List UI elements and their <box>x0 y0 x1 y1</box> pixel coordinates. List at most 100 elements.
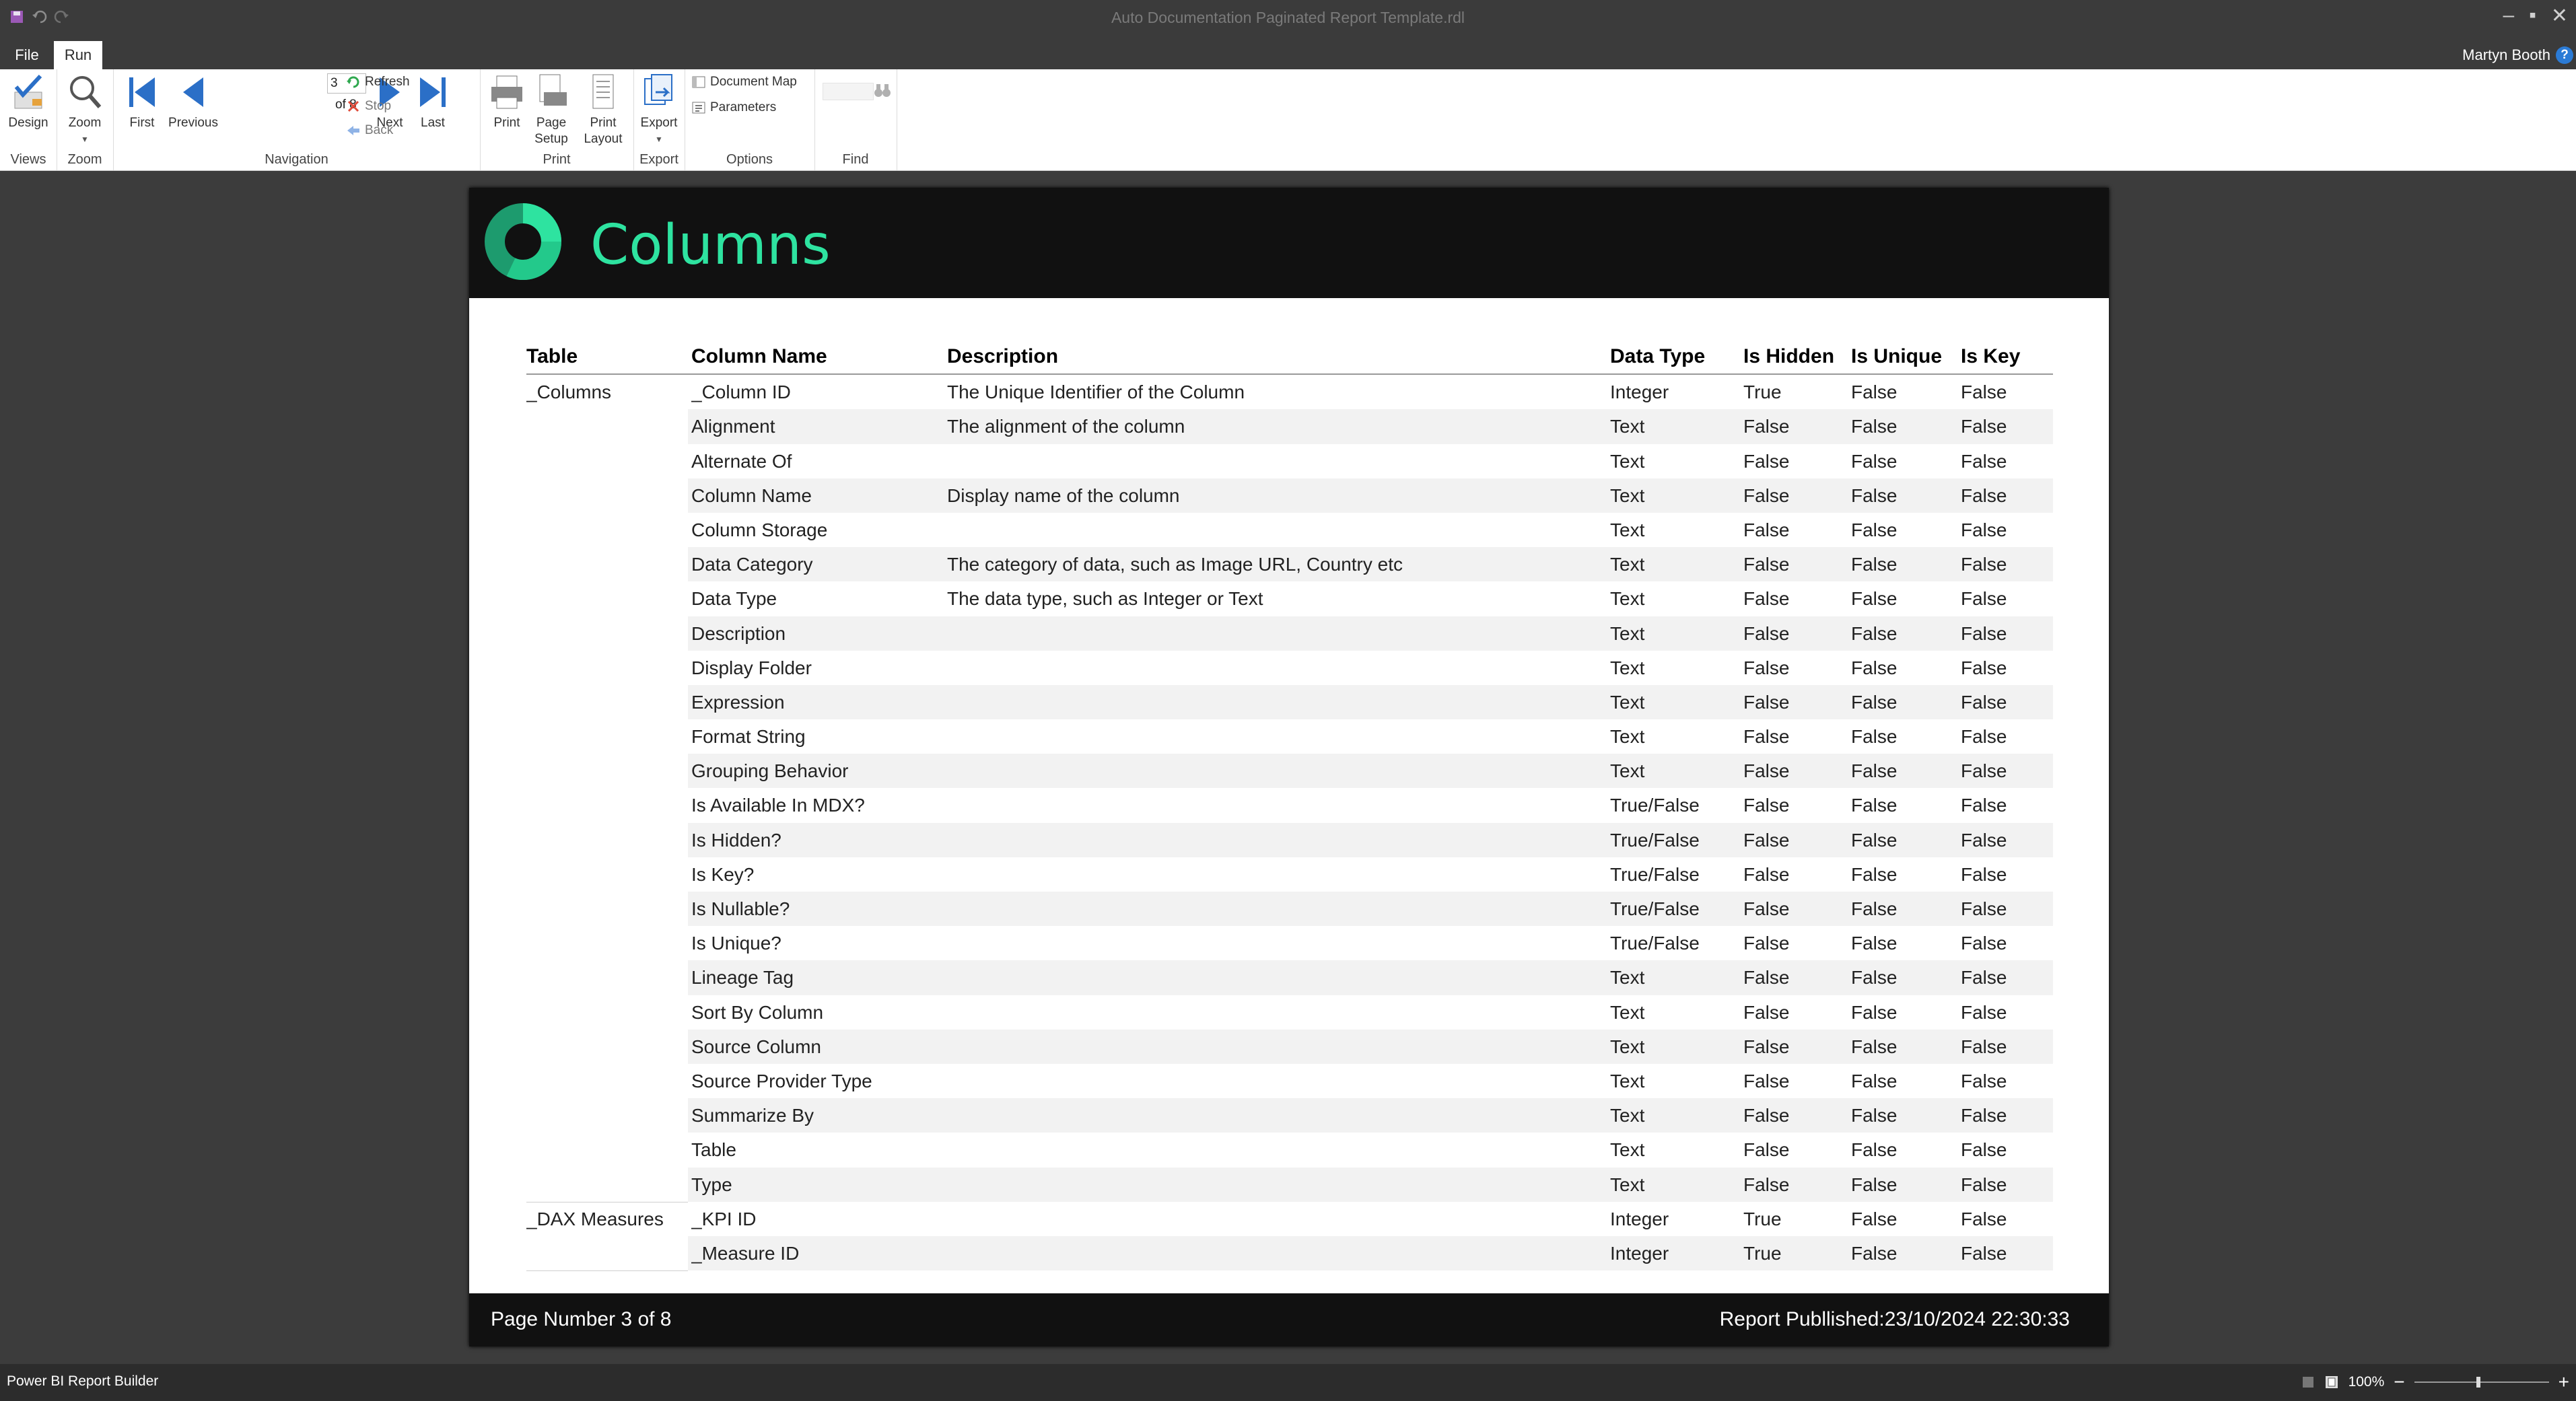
zoom-slider[interactable] <box>2414 1377 2549 1388</box>
report-page: Columns Table Column Name Description Da… <box>469 188 2109 1346</box>
previous-page-button[interactable]: Previous <box>163 72 223 131</box>
printer-icon <box>491 75 522 109</box>
cell-table <box>526 443 688 478</box>
print-button[interactable]: Print <box>485 72 528 131</box>
parameters-button[interactable]: Parameters <box>691 98 776 118</box>
cell-is-hidden: False <box>1743 554 1790 575</box>
cell-column-name: Is Unique? <box>691 933 781 954</box>
minimize-button[interactable]: – <box>2503 4 2515 28</box>
parameters-icon <box>692 102 705 114</box>
export-button[interactable]: Export ▼ <box>636 72 682 147</box>
cell-table <box>526 960 688 995</box>
cell-description <box>947 1030 1607 1064</box>
user-name[interactable]: Martyn Booth <box>2462 41 2550 69</box>
cell-is-hidden: False <box>1743 795 1790 816</box>
table-row: _DAX Measures _KPI ID Integer True False Fals… <box>526 1201 2053 1236</box>
table-body: _Columns _Column ID The Unique Identifier … <box>526 375 2053 1272</box>
columns-table: Table Column Name Description Data Type … <box>526 339 2053 1272</box>
zoom-out-button[interactable]: − <box>2394 1371 2404 1393</box>
table-row: Sort By Column Text False False False <box>526 995 2053 1030</box>
header-description: Description <box>947 345 1059 367</box>
page-setup-button[interactable]: Page Setup <box>530 72 573 147</box>
cell-table <box>526 409 688 444</box>
zoom-button[interactable]: Zoom ▼ <box>63 72 106 147</box>
table-row: Source Provider Type Text False False False <box>526 1063 2053 1099</box>
cell-is-hidden: True <box>1743 1242 1782 1264</box>
group-options: Document Map Parameters Options <box>685 69 815 170</box>
cell-is-key: False <box>1961 1139 2007 1161</box>
window-title: Auto Documentation Paginated Report Temp… <box>1111 9 1465 26</box>
cell-column-name: Description <box>691 622 786 644</box>
cell-description: Display name of the column <box>947 484 1180 506</box>
ribbon-tabs: File Run Martyn Booth ? <box>0 41 2576 69</box>
document-map-icon <box>692 76 705 88</box>
report-viewer[interactable]: Columns Table Column Name Description Da… <box>0 171 2576 1364</box>
header-is-hidden: Is Hidden <box>1743 345 1835 367</box>
cell-data-type: Text <box>1610 691 1645 713</box>
cell-description <box>947 685 1607 719</box>
close-button[interactable]: ✕ <box>2551 4 2568 28</box>
view-mode-icon[interactable] <box>2301 1375 2315 1389</box>
cell-is-unique: False <box>1851 829 1898 851</box>
cell-is-unique: False <box>1851 622 1898 644</box>
last-page-button[interactable]: Last <box>409 72 456 131</box>
table-header-row: Table Column Name Description Data Type … <box>526 339 2053 375</box>
cell-is-hidden: False <box>1743 484 1790 506</box>
cell-data-type: Text <box>1610 1070 1645 1091</box>
cell-is-hidden: False <box>1743 829 1790 851</box>
cell-data-type: Text <box>1610 416 1645 437</box>
group-print: Print Page Setup Print Layout Print <box>480 69 634 170</box>
cell-is-hidden: False <box>1743 863 1790 885</box>
cell-column-name: Is Key? <box>691 863 755 885</box>
group-label-export: Export <box>639 152 678 167</box>
first-page-button[interactable]: First <box>118 72 166 131</box>
cell-table: _DAX Measures <box>526 1201 688 1236</box>
first-page-icon <box>129 77 155 107</box>
print-layout-mode-icon[interactable] <box>2324 1375 2339 1390</box>
cell-description <box>947 754 1607 788</box>
maximize-button[interactable]: ▪ <box>2529 4 2536 28</box>
cell-is-key: False <box>1961 1105 2007 1126</box>
cell-table <box>526 892 688 927</box>
design-button[interactable]: Design <box>7 72 50 131</box>
cell-is-unique: False <box>1851 1139 1898 1161</box>
stop-button[interactable]: Stop <box>346 96 391 116</box>
cell-is-key: False <box>1961 484 2007 506</box>
back-button[interactable]: Back <box>346 120 393 141</box>
cell-is-unique: False <box>1851 898 1898 919</box>
document-map-button[interactable]: Document Map <box>691 72 797 92</box>
chevron-down-icon: ▼ <box>81 135 89 144</box>
cell-table <box>526 1235 688 1271</box>
cell-is-key: False <box>1961 863 2007 885</box>
cell-description <box>947 651 1607 685</box>
cell-is-hidden: False <box>1743 1174 1790 1195</box>
cell-table <box>526 1029 688 1064</box>
print-layout-button[interactable]: Print Layout <box>578 72 628 147</box>
cell-column-name: Display Folder <box>691 657 812 678</box>
cell-is-key: False <box>1961 588 2007 610</box>
zoom-slider-handle[interactable] <box>2476 1377 2480 1388</box>
table-row: Expression Text False False False <box>526 684 2053 720</box>
cell-is-key: False <box>1961 967 2007 989</box>
group-navigation: First Previous of 8 Next Last Refresh St… <box>113 69 481 170</box>
help-icon[interactable]: ? <box>2556 46 2573 64</box>
cell-is-hidden: True <box>1743 382 1782 403</box>
cell-is-hidden: False <box>1743 416 1790 437</box>
cell-data-type: Text <box>1610 657 1645 678</box>
tab-file[interactable]: File <box>7 41 47 69</box>
report-published-label: Report Publlished:23/10/2024 22:30:33 <box>1719 1308 2070 1330</box>
cell-column-name: Column Storage <box>691 519 828 540</box>
find-input[interactable] <box>823 83 874 100</box>
cell-is-key: False <box>1961 554 2007 575</box>
cell-is-key: False <box>1961 726 2007 748</box>
zoom-in-button[interactable]: + <box>2558 1371 2569 1393</box>
table-row: Description Text False False False <box>526 616 2053 651</box>
cell-table <box>526 926 688 961</box>
refresh-button[interactable]: Refresh <box>346 72 410 92</box>
binoculars-icon[interactable] <box>874 81 891 99</box>
tab-run[interactable]: Run <box>54 41 102 69</box>
design-icon <box>14 74 42 109</box>
table-row: Alignment The alignment of the column Text… <box>526 409 2053 444</box>
cell-column-name: Source Provider Type <box>691 1070 872 1091</box>
cell-data-type: Text <box>1610 760 1645 782</box>
